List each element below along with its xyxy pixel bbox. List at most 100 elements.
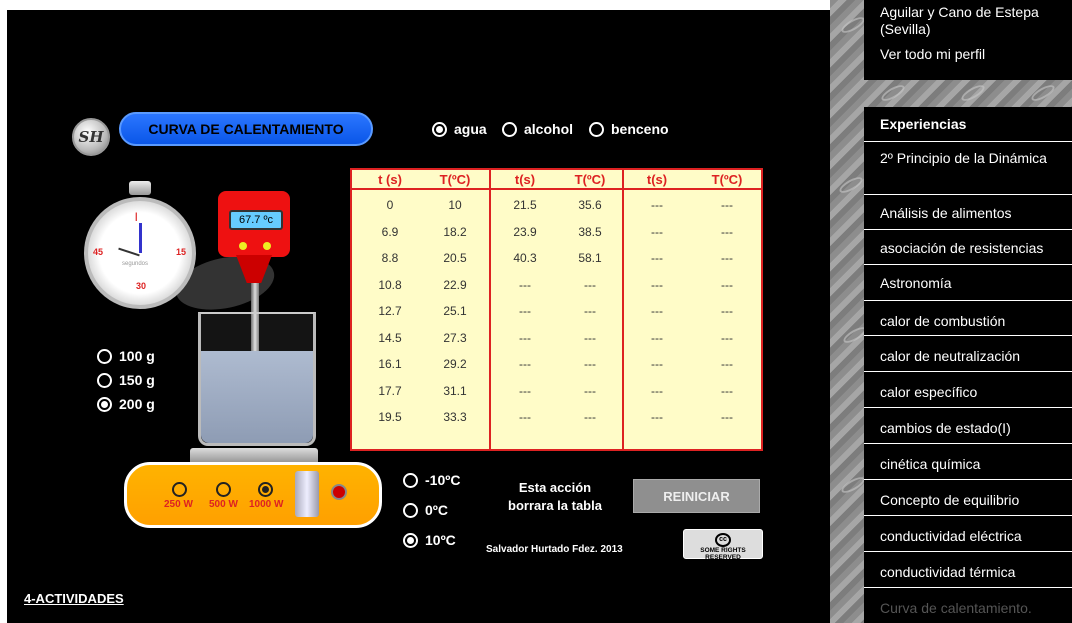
substance-option-benceno[interactable]: benceno (589, 121, 669, 137)
table-cell: 17.7 (378, 383, 402, 398)
table-cell: --- (519, 304, 531, 318)
radio[interactable] (403, 502, 418, 518)
option-label: agua (454, 121, 487, 137)
probe-led (263, 242, 271, 250)
activities-link[interactable]: 4-ACTIVIDADES (24, 591, 124, 606)
texture-mark (959, 82, 987, 104)
table-cell: --- (721, 251, 733, 265)
temp-option-0[interactable]: 0ºC (403, 502, 448, 518)
texture-mark (839, 14, 867, 36)
sidebar-item[interactable]: 2º Principio de la Dinámica (864, 141, 1072, 189)
table-cell: 31.1 (443, 383, 467, 398)
column-header: t (s) (378, 172, 402, 187)
sidebar-item[interactable]: Concepto de equilibrio (864, 479, 1072, 514)
column-divider (489, 170, 491, 449)
power-label: 1000 W (249, 499, 284, 510)
texture-mark (837, 174, 865, 196)
table-cell: 14.5 (378, 330, 402, 345)
sidebar-item[interactable]: cinética química (864, 443, 1072, 478)
sidebar-item[interactable]: calor específico (864, 371, 1072, 406)
mass-option-150[interactable]: 150 g (97, 372, 155, 388)
radio[interactable] (216, 482, 231, 497)
radio[interactable] (502, 121, 517, 137)
table-cell: 0 (386, 198, 394, 212)
radio-selected[interactable] (403, 532, 418, 548)
mass-option-100[interactable]: 100 g (97, 348, 155, 364)
substance-option-alcohol[interactable]: alcohol (502, 121, 573, 137)
radio-selected[interactable] (258, 482, 273, 497)
option-label: -10ºC (425, 472, 461, 488)
radio[interactable] (97, 372, 112, 388)
cc-license-badge[interactable]: cc SOME RIGHTS RESERVED (683, 529, 763, 561)
title-button[interactable]: CURVA DE CALENTAMIENTO (119, 112, 373, 146)
table-cell: --- (519, 383, 531, 398)
table-cell: 25.1 (443, 304, 467, 318)
option-label: 200 g (119, 396, 155, 412)
temp-option-minus10[interactable]: -10ºC (403, 472, 460, 488)
author-credit: Salvador Hurtado Fdez. 2013 (486, 544, 623, 555)
option-label: 150 g (119, 372, 155, 388)
table-cell: 10 (448, 198, 462, 212)
table-cell: --- (519, 277, 531, 292)
sidebar-item[interactable]: Astronomía (864, 264, 1072, 299)
texture-mark (1029, 82, 1057, 104)
cc-text: SOME RIGHTS RESERVED (700, 547, 746, 561)
sidebar-item[interactable]: asociación de resistencias (864, 229, 1072, 264)
power-option-500[interactable] (216, 482, 231, 497)
table-cell: --- (651, 383, 663, 398)
sidebar-item-current[interactable]: Curva de calentamiento. (864, 587, 1072, 623)
radio-selected[interactable] (97, 396, 112, 412)
table-cell: --- (721, 304, 733, 318)
radio[interactable] (172, 482, 187, 497)
texture-mark (879, 82, 907, 104)
beaker (198, 312, 316, 446)
table-cell: --- (584, 357, 596, 371)
table-cell: 33.3 (443, 410, 467, 424)
table-cell: --- (584, 410, 596, 424)
sidebar-item[interactable]: Análisis de alimentos (864, 194, 1072, 229)
option-label: alcohol (524, 121, 574, 137)
profile-line: Aguilar y Cano de Estepa (880, 4, 1039, 20)
temp-option-10[interactable]: 10ºC (403, 532, 456, 548)
power-option-1000[interactable] (258, 482, 273, 497)
view-profile-link[interactable]: Ver todo mi perfil (880, 46, 985, 62)
stopwatch-number: 30 (136, 281, 147, 291)
reset-button[interactable]: REINICIAR (633, 479, 760, 513)
radio-selected[interactable] (432, 121, 447, 137)
stopwatch: | 45 15 30 segundos (84, 197, 196, 309)
table-cell: 23.9 (513, 224, 537, 239)
table-cell: 35.6 (578, 198, 602, 212)
table-cell: 12.7 (378, 304, 402, 318)
table-cell: 19.5 (378, 410, 402, 424)
sidebar-item[interactable]: conductividad térmica (864, 551, 1072, 586)
column-header: T(ºC) (439, 172, 471, 187)
heater-knob[interactable] (295, 471, 319, 517)
table-cell: --- (651, 357, 663, 371)
mass-option-200[interactable]: 200 g (97, 396, 155, 412)
column-header: T(ºC) (711, 172, 743, 187)
power-option-250[interactable] (172, 482, 187, 497)
heater-led (331, 484, 347, 500)
table-cell: --- (651, 304, 663, 318)
table-cell: --- (584, 330, 596, 345)
sidebar-item[interactable]: calor de combustión (864, 300, 1072, 335)
sidebar-item[interactable]: cambios de estado(I) (864, 407, 1072, 442)
radio[interactable] (403, 472, 418, 488)
radio[interactable] (589, 121, 604, 137)
sidebar-item[interactable]: calor de neutralización (864, 335, 1072, 370)
cc-icon: cc (715, 533, 731, 547)
author-logo: SH (72, 118, 110, 156)
table-cell: 18.2 (443, 224, 467, 239)
table-cell: --- (721, 277, 733, 292)
radio[interactable] (97, 348, 112, 364)
column-header: T(ºC) (574, 172, 606, 187)
experiences-title: Experiencias (880, 116, 967, 132)
table-cell: --- (651, 198, 663, 212)
table-cell: --- (584, 383, 596, 398)
table-cell: 6.9 (381, 224, 399, 239)
table-cell: 8.8 (381, 251, 399, 265)
table-cell: --- (519, 330, 531, 345)
substance-option-agua[interactable]: agua (432, 121, 487, 137)
sidebar-item[interactable]: conductividad eléctrica (864, 515, 1072, 550)
data-table: t (s) T(ºC) t(s) T(ºC) t(s) T(ºC) 0 10 21.5 35.6 -… (350, 168, 763, 451)
